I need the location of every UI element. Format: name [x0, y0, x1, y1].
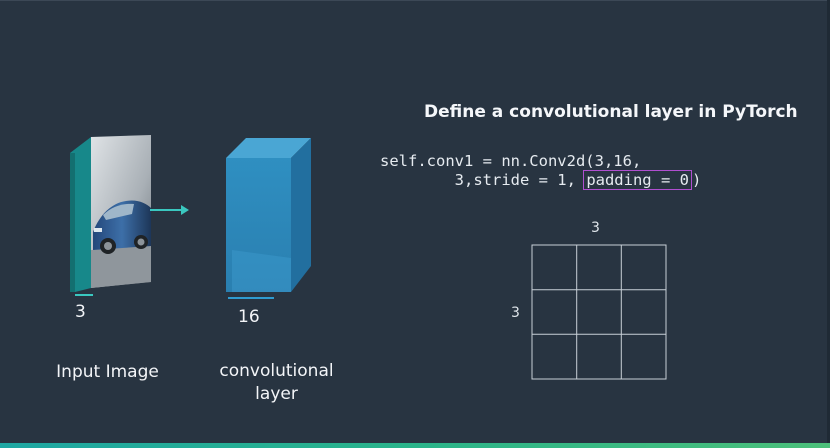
conv-layer-caption-line2: layer: [255, 384, 298, 404]
slide-title: Define a convolutional layer in PyTorch: [424, 102, 798, 122]
code-line-2: 3,stride = 1,: [380, 171, 586, 189]
input-image-caption: Input Image: [56, 362, 159, 382]
slide: Define a convolutional layer in PyTorch …: [0, 0, 830, 448]
conv-layer-caption-line1: convolutional: [219, 361, 334, 381]
kernel-grid: [531, 244, 667, 380]
bottom-progress-bar: [0, 443, 830, 448]
conv-layer-side: [291, 138, 311, 292]
kernel-width-label: 3: [591, 220, 600, 236]
padding-highlight: padding = 0: [583, 170, 692, 190]
code-line-2-end: ): [691, 171, 702, 189]
code-line-1: self.conv1 = nn.Conv2d(3,16,: [380, 152, 642, 170]
conv-depth-label: 16: [238, 307, 260, 327]
conv-layer-block: [226, 138, 311, 292]
conv-layer-caption: convolutional layer: [200, 360, 353, 406]
arrow-right-icon: [150, 205, 189, 215]
code-snippet: self.conv1 = nn.Conv2d(3,16, 3,stride = …: [380, 152, 701, 190]
car-picture: [91, 135, 151, 288]
input-image-block: [70, 135, 151, 292]
input-depth-label: 3: [75, 302, 86, 322]
kernel-height-label: 3: [511, 305, 520, 321]
